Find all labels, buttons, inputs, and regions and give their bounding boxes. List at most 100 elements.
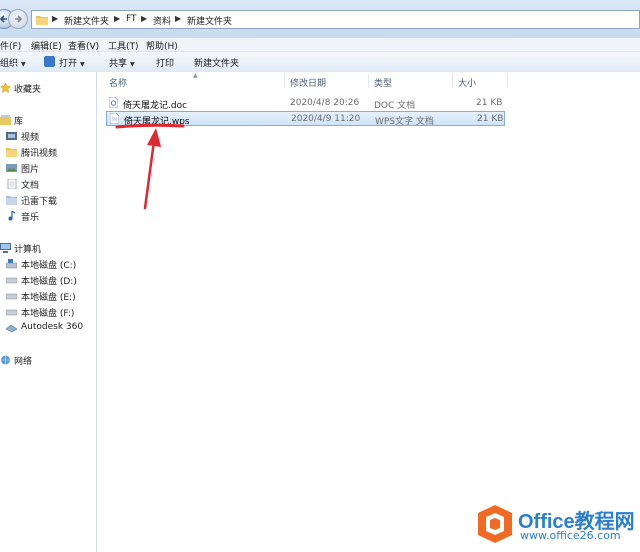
column-header-size[interactable]: 大小 (458, 76, 476, 89)
sidebar-item-drive-f[interactable]: 本地磁盘 (F:) (0, 305, 96, 319)
file-row[interactable]: 倚天屠龙记.doc 2020/4/8 20:26 DOC 文档 21 KB (106, 96, 505, 111)
sidebar-item-label: 本地磁盘 (F:) (21, 309, 75, 319)
sidebar-item-label: 库 (14, 117, 24, 127)
breadcrumb-separator-icon: ▶ (52, 14, 59, 23)
sidebar-item-autodesk-360[interactable]: Autodesk 360 (0, 321, 96, 335)
forward-arrow-icon (15, 15, 23, 23)
sidebar-item-tencent-video[interactable]: 腾讯视频 (0, 145, 96, 159)
system-drive-icon (5, 259, 18, 269)
wps-app-icon (44, 56, 55, 67)
share-button[interactable]: 共享 ▼ (109, 56, 135, 69)
breadcrumb-item[interactable]: FT (126, 14, 137, 24)
chevron-down-icon: ▼ (130, 61, 135, 68)
sort-ascending-icon: ▲ (193, 72, 198, 79)
chevron-down-icon: ▼ (80, 61, 85, 68)
watermark-url: www.office26.com (520, 529, 621, 542)
command-bar: 组织 ▼ 打开 ▼ 共享 ▼ 打印 新建文件夹 (0, 52, 640, 73)
document-icon (6, 178, 17, 190)
organize-label: 组织 (0, 59, 19, 69)
file-list-pane: ▲ 名称 修改日期 类型 大小 倚天屠龙记.doc 2020/4/8 20:26… (97, 72, 640, 552)
sidebar-item-favorites[interactable]: 收藏夹 (0, 81, 96, 95)
new-folder-button[interactable]: 新建文件夹 (194, 56, 239, 69)
file-row-selected[interactable]: 倚天屠龙记.wps 2020/4/9 11:20 WPS文字 文档 21 KB (106, 111, 505, 127)
menu-file[interactable]: 件(F) (0, 39, 21, 52)
hard-drive-icon (5, 291, 18, 301)
doc-file-icon (108, 96, 119, 109)
folder-icon (6, 147, 17, 157)
sidebar-item-drive-d[interactable]: 本地磁盘 (D:) (0, 273, 96, 287)
share-label: 共享 (109, 59, 128, 69)
sidebar-item-label: Autodesk 360 (21, 322, 84, 332)
breadcrumb-separator-icon: ▶ (175, 14, 182, 23)
file-name: 倚天屠龙记.doc (123, 101, 188, 111)
file-modified: 2020/4/9 11:20 (291, 114, 361, 124)
sidebar-item-label: 文档 (21, 181, 40, 191)
organize-button[interactable]: 组织 ▼ (0, 56, 26, 69)
sidebar-item-label: 音乐 (21, 213, 40, 223)
menu-view[interactable]: 查看(V) (68, 39, 99, 52)
network-icon (0, 355, 11, 365)
open-button[interactable]: 打开 ▼ (59, 56, 85, 69)
sidebar-item-music[interactable]: 音乐 (0, 209, 96, 223)
forward-button[interactable] (8, 9, 28, 29)
breadcrumb-item[interactable]: 新建文件夹 (64, 14, 109, 27)
column-header-modified[interactable]: 修改日期 (290, 76, 326, 89)
sidebar-item-label: 计算机 (14, 245, 42, 255)
sidebar-item-drive-e[interactable]: 本地磁盘 (E:) (0, 289, 96, 303)
sidebar-item-label: 视频 (21, 133, 40, 143)
column-divider[interactable] (368, 74, 369, 88)
sidebar-item-label: 本地磁盘 (C:) (21, 261, 77, 271)
file-type: DOC 文档 (374, 101, 416, 111)
navigation-pane: 收藏夹 库 视频 腾讯视频 图片 文档 迅雷下载 音乐 计算机 本地磁盘 (C:… (0, 72, 97, 552)
menu-edit[interactable]: 编辑(E) (31, 39, 62, 52)
menu-help[interactable]: 帮助(H) (146, 39, 178, 52)
video-icon (6, 131, 17, 141)
file-name: 倚天屠龙记.wps (124, 117, 190, 127)
address-field[interactable]: ▶ 新建文件夹 ▶ FT ▶ 资料 ▶ 新建文件夹 (31, 10, 640, 29)
watermark: Office教程网 www.office26.com (476, 500, 640, 552)
open-label: 打开 (59, 59, 78, 69)
cloud-drive-icon (5, 323, 18, 333)
print-button[interactable]: 打印 (156, 56, 174, 69)
office-logo-icon (478, 505, 512, 543)
sidebar-item-network[interactable]: 网络 (0, 353, 96, 367)
picture-icon (6, 163, 17, 173)
sidebar-item-libraries[interactable]: 库 (0, 113, 96, 127)
column-header-name[interactable]: 名称 (109, 76, 127, 89)
sidebar-item-documents[interactable]: 文档 (0, 177, 96, 191)
menu-tools[interactable]: 工具(T) (108, 39, 139, 52)
sidebar-item-computer[interactable]: 计算机 (0, 241, 96, 255)
wps-file-icon (109, 112, 120, 125)
column-divider[interactable] (507, 74, 508, 88)
column-divider[interactable] (452, 74, 453, 88)
sidebar-item-label: 网络 (14, 357, 33, 367)
breadcrumb-separator-icon: ▶ (141, 14, 148, 23)
breadcrumb-item[interactable]: 新建文件夹 (187, 14, 232, 27)
folder-icon (36, 16, 48, 25)
sidebar-item-pictures[interactable]: 图片 (0, 161, 96, 175)
sidebar-item-videos[interactable]: 视频 (0, 129, 96, 143)
computer-icon (0, 243, 11, 253)
folder-icon (6, 195, 17, 205)
breadcrumb-item[interactable]: 资料 (153, 14, 171, 27)
column-header-row: ▲ 名称 修改日期 类型 大小 (97, 72, 640, 90)
breadcrumb-separator-icon: ▶ (114, 14, 121, 23)
sidebar-item-label: 迅雷下载 (21, 197, 58, 207)
sidebar-item-xunlei-downloads[interactable]: 迅雷下载 (0, 193, 96, 207)
file-size: 21 KB (476, 98, 503, 108)
sidebar-item-label: 图片 (21, 165, 40, 175)
hard-drive-icon (5, 307, 18, 317)
music-note-icon (6, 210, 17, 221)
file-size: 21 KB (477, 114, 504, 124)
sidebar-item-label: 收藏夹 (14, 85, 42, 95)
hard-drive-icon (5, 275, 18, 285)
file-modified: 2020/4/8 20:26 (290, 98, 360, 108)
column-header-type[interactable]: 类型 (374, 76, 392, 89)
file-type: WPS文字 文档 (375, 117, 434, 127)
sidebar-item-drive-c[interactable]: 本地磁盘 (C:) (0, 257, 96, 271)
star-icon (0, 82, 12, 93)
column-divider[interactable] (284, 74, 285, 88)
sidebar-item-label: 腾讯视频 (21, 149, 58, 159)
library-icon (0, 115, 11, 125)
chevron-down-icon: ▼ (21, 61, 26, 68)
